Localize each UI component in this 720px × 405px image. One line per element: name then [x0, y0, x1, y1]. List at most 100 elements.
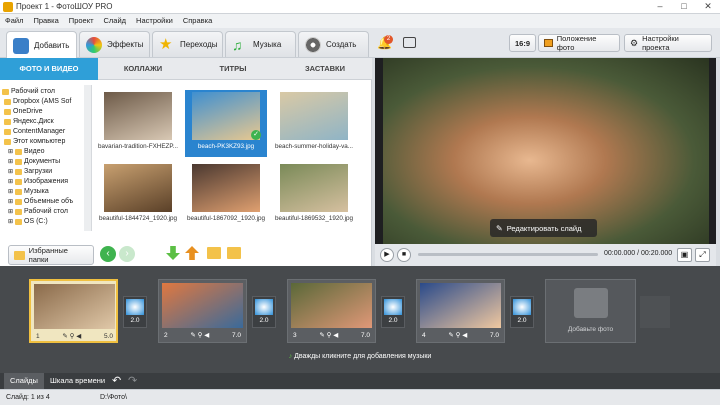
tree-node[interactable]: ⊞ Изображения	[2, 177, 91, 187]
media-subtabs: ФОТО И ВИДЕО КОЛЛАЖИ ТИТРЫ ЗАСТАВКИ	[0, 58, 372, 80]
tab-music[interactable]: ♫ Музыка	[225, 31, 296, 57]
snapshot-icon[interactable]: ▣	[677, 248, 692, 262]
tree-node[interactable]: Dropbox (AMS Sof	[2, 97, 91, 107]
slide-number: 4	[422, 331, 426, 339]
expand-icon[interactable]: ⊞	[8, 157, 13, 167]
file-name: beautiful-1867092_1920.jpg	[186, 215, 266, 222]
add-to-project-icon[interactable]	[166, 246, 180, 260]
tree-node-label: Музыка	[24, 188, 49, 195]
expand-icon[interactable]: ⊞	[8, 177, 13, 187]
add-photo-placeholder[interactable]: Добавьте фото	[545, 279, 636, 343]
folder-icon	[4, 99, 11, 105]
timeline-slide[interactable]: 1 ✎ ⚲ ◀ 5.0	[29, 279, 118, 343]
redo-icon[interactable]: ↷	[128, 374, 137, 387]
slide-tools-icon[interactable]: ✎ ⚲ ◀	[319, 331, 338, 339]
favorite-folders-button[interactable]: Избранные папки	[8, 245, 94, 265]
tree-node[interactable]: ⊞ Видео	[2, 147, 91, 157]
subtab-intros[interactable]: ЗАСТАВКИ	[278, 58, 372, 80]
expand-icon[interactable]: ⊞	[8, 167, 13, 177]
seek-bar[interactable]	[418, 253, 598, 256]
slide-number: 1	[36, 332, 40, 340]
tree-node[interactable]: ⊞ OS (C:)	[2, 217, 91, 227]
undo-icon[interactable]: ↶	[112, 374, 121, 387]
tree-scrollbar[interactable]	[84, 85, 91, 231]
tree-node[interactable]: Этот компьютер	[2, 137, 91, 147]
tree-node[interactable]: ContentManager	[2, 127, 91, 137]
tab-add[interactable]: Добавить	[6, 31, 77, 59]
menu-slide[interactable]: Слайд	[99, 14, 132, 28]
tree-node[interactable]: ⊞ Документы	[2, 157, 91, 167]
transition-tile[interactable]: 2.0	[381, 296, 405, 328]
slide-number: 3	[293, 331, 297, 339]
file-thumbnail[interactable]: beach-PK3KZ93.jpg ✓	[185, 90, 267, 157]
timeline-slide[interactable]: 4 ✎ ⚲ ◀ 7.0	[416, 279, 505, 343]
back-arrow-icon[interactable]: ‹	[100, 246, 116, 262]
tree-node[interactable]: ⊞ Рабочий стол	[2, 207, 91, 217]
tree-node[interactable]: ⊞ Музыка	[2, 187, 91, 197]
project-settings-button[interactable]: ⚙ Настройки проекта	[624, 34, 712, 52]
expand-icon[interactable]: ⊞	[8, 147, 13, 157]
photo-position-button[interactable]: Положение фото	[538, 34, 620, 52]
slide-tools-icon[interactable]: ✎ ⚲ ◀	[448, 331, 467, 339]
slide-tools-icon[interactable]: ✎ ⚲ ◀	[62, 332, 81, 340]
fullscreen-icon[interactable]: ⤢	[695, 248, 710, 262]
tab-timeline[interactable]: Шкала времени	[44, 373, 111, 389]
tree-node[interactable]: Рабочий стол	[2, 87, 91, 97]
slide-tools-icon[interactable]: ✎ ⚲ ◀	[190, 331, 209, 339]
minimize-button[interactable]: –	[648, 0, 672, 13]
subtab-titles[interactable]: ТИТРЫ	[188, 58, 278, 80]
folder-up-icon[interactable]	[185, 246, 199, 260]
file-thumbnail[interactable]: beautiful-1844724_1920.jpg	[97, 162, 179, 229]
folder-icon	[4, 129, 11, 135]
tree-node[interactable]: ⊞ Объемные объ	[2, 197, 91, 207]
thumbnail-image	[280, 92, 348, 140]
file-thumbnail[interactable]: bavarian-tradition-FXHEZP...	[97, 90, 179, 157]
subtab-photo-video[interactable]: ФОТО И ВИДЕО	[0, 58, 98, 80]
slide-duration: 7.0	[231, 331, 241, 339]
slide-image	[291, 283, 372, 328]
tree-node-label: Изображения	[24, 178, 69, 185]
favorite-folders-label: Избранные папки	[28, 246, 68, 264]
menu-project[interactable]: Проект	[64, 14, 99, 28]
expand-icon[interactable]: ⊞	[8, 217, 13, 227]
tab-effects-label: Эффекты	[107, 40, 144, 49]
timeline-slide[interactable]: 3 ✎ ⚲ ◀ 7.0	[287, 279, 376, 343]
file-thumbnail[interactable]: beautiful-1869532_1920.jpg	[273, 162, 355, 229]
edit-slide-button[interactable]: ✎ Редактировать слайд	[490, 219, 597, 237]
folder-open-icon[interactable]	[227, 247, 241, 259]
transition-tile[interactable]: 2.0	[123, 296, 147, 328]
transition-tile[interactable]: 2.0	[252, 296, 276, 328]
transition-tile[interactable]: 2.0	[510, 296, 534, 328]
stop-icon[interactable]: ■	[397, 248, 411, 262]
menu-edit[interactable]: Правка	[28, 14, 63, 28]
menu-settings[interactable]: Настройки	[131, 14, 178, 28]
file-name: beautiful-1869532_1920.jpg	[274, 215, 354, 222]
menu-file[interactable]: Файл	[0, 14, 28, 28]
tab-slides[interactable]: Слайды	[4, 373, 44, 389]
expand-icon[interactable]: ⊞	[8, 207, 13, 217]
close-button[interactable]: ✕	[696, 0, 720, 13]
expand-icon[interactable]: ⊞	[8, 187, 13, 197]
tab-effects[interactable]: Эффекты	[79, 31, 150, 57]
tab-transitions[interactable]: ★ Переходы	[152, 31, 223, 57]
tab-create[interactable]: Создать	[298, 31, 369, 57]
folder-tree: Рабочий стол Dropbox (AMS Sof OneDrive Янде…	[0, 85, 92, 231]
folder-icon	[4, 139, 11, 145]
play-icon[interactable]: ▶	[380, 248, 394, 262]
maximize-button[interactable]: □	[672, 0, 696, 13]
subtab-collages[interactable]: КОЛЛАЖИ	[98, 58, 188, 80]
menu-help[interactable]: Справка	[178, 14, 217, 28]
tree-node[interactable]: Яндекс.Диск	[2, 117, 91, 127]
forward-arrow-icon[interactable]: ›	[119, 246, 135, 262]
expand-icon[interactable]: ⊞	[8, 197, 13, 207]
photo-position-label: Положение фото	[556, 34, 597, 52]
file-thumbnail[interactable]: beach-summer-holiday-va...	[273, 90, 355, 157]
tree-node[interactable]: OneDrive	[2, 107, 91, 117]
music-track-hint[interactable]: ♪ Дважды кликните для добавления музыки	[0, 349, 720, 365]
file-thumbnail[interactable]: beautiful-1867092_1920.jpg	[185, 162, 267, 229]
tree-node[interactable]: ⊞ Загрузки	[2, 167, 91, 177]
aspect-ratio-button[interactable]: 16:9	[509, 34, 537, 52]
folder-icon[interactable]	[207, 247, 221, 259]
timeline-slide[interactable]: 2 ✎ ⚲ ◀ 7.0	[158, 279, 247, 343]
gallery-icon[interactable]	[403, 37, 416, 48]
